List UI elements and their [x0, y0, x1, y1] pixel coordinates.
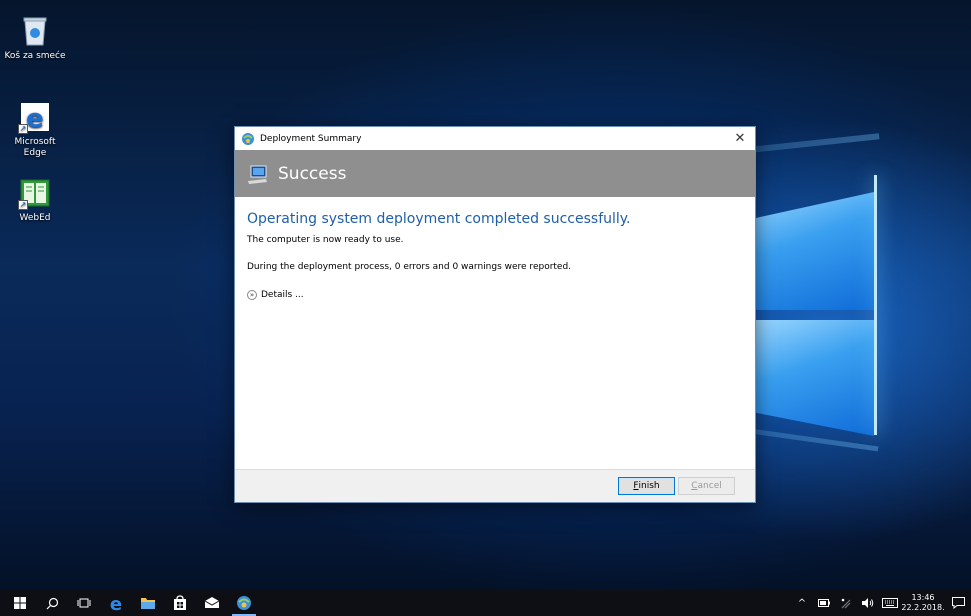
search-icon	[46, 597, 58, 609]
desktop-icon-label: WebEd	[19, 213, 51, 223]
store-icon	[174, 595, 186, 610]
cancel-button[interactable]: Cancel	[678, 477, 735, 495]
task-view-icon	[77, 598, 91, 608]
volume-icon	[862, 598, 874, 608]
webed-icon: ↗	[18, 176, 52, 210]
result-headline: Operating system deployment completed su…	[247, 211, 631, 227]
keyboard-icon	[882, 598, 898, 608]
touch-keyboard-button[interactable]	[879, 590, 901, 616]
shortcut-arrow-icon: ↗	[18, 200, 28, 210]
start-icon	[14, 597, 26, 609]
deployment-summary-dialog: Deployment Summary ✕ Success Operating s…	[234, 126, 756, 503]
logo-pane-top-left	[756, 192, 874, 310]
error-summary: During the deployment process, 0 errors …	[247, 262, 572, 272]
finish-button[interactable]: Finish	[618, 477, 675, 495]
logo-edge	[874, 175, 877, 435]
search-button[interactable]	[36, 590, 68, 616]
close-icon: ✕	[734, 131, 746, 146]
start-button[interactable]	[4, 590, 36, 616]
desktop-icon-label: Koš za smeće	[4, 51, 66, 61]
clock-button[interactable]: 13:46 22.2.2018.	[901, 590, 945, 616]
close-button[interactable]: ✕	[725, 127, 755, 150]
desktop-icon-recycle-bin[interactable]: Koš za smeće	[3, 14, 67, 62]
action-center-button[interactable]	[945, 590, 971, 616]
dialog-title: Deployment Summary	[260, 133, 362, 144]
chevron-down-icon: »	[247, 290, 257, 300]
taskbar-store[interactable]	[164, 590, 196, 616]
details-label: Details ...	[261, 290, 304, 300]
chevron-up-icon: ^	[797, 597, 807, 609]
logo-pane-bottom-left	[756, 320, 874, 436]
task-view-button[interactable]	[68, 590, 100, 616]
taskbar-mail[interactable]	[196, 590, 228, 616]
taskbar-file-explorer[interactable]	[132, 590, 164, 616]
mail-icon	[204, 597, 220, 608]
deployment-app-icon	[242, 132, 254, 145]
ready-message: The computer is now ready to use.	[247, 235, 404, 245]
deployment-icon	[237, 596, 251, 610]
system-tray: ^ 13:46 22.2.2018.	[791, 590, 971, 616]
desktop-icon-webed[interactable]: ↗ WebEd	[3, 176, 67, 224]
taskbar: e ^ 13:46 22.2.2018.	[0, 590, 971, 616]
svg-text:e: e	[26, 104, 44, 134]
finish-label: inish	[638, 481, 660, 491]
network-icon	[841, 598, 851, 609]
desktop-icon-label: Microsoft Edge	[14, 137, 56, 158]
clock-time: 13:46	[911, 593, 935, 602]
cancel-label: ancel	[697, 481, 722, 491]
dialog-titlebar[interactable]: Deployment Summary ✕	[235, 127, 755, 150]
banner-title: Success	[278, 163, 347, 184]
battery-button[interactable]	[813, 590, 835, 616]
file-explorer-icon	[141, 598, 155, 609]
volume-button[interactable]	[857, 590, 879, 616]
computer-success-icon	[248, 165, 267, 184]
notification-icon	[951, 597, 965, 609]
recycle-bin-icon	[18, 14, 52, 48]
details-expander[interactable]: » Details ...	[247, 290, 743, 300]
dialog-content: Operating system deployment completed su…	[235, 197, 755, 470]
clock-date: 22.2.2018.	[901, 603, 945, 612]
desktop-icon-edge[interactable]: e ↗ Microsoft Edge	[3, 100, 67, 159]
shortcut-arrow-icon: ↗	[18, 124, 28, 134]
edge-icon: e ↗	[18, 100, 52, 134]
show-hidden-icons-button[interactable]: ^	[791, 590, 813, 616]
network-button[interactable]	[835, 590, 857, 616]
taskbar-edge[interactable]: e	[100, 590, 132, 616]
battery-icon	[818, 599, 830, 607]
edge-icon: e	[110, 594, 122, 612]
svg-text:e: e	[110, 594, 122, 612]
status-banner: Success	[235, 150, 755, 197]
taskbar-deployment-app[interactable]	[228, 590, 260, 616]
dialog-footer: Finish Cancel	[235, 469, 755, 502]
